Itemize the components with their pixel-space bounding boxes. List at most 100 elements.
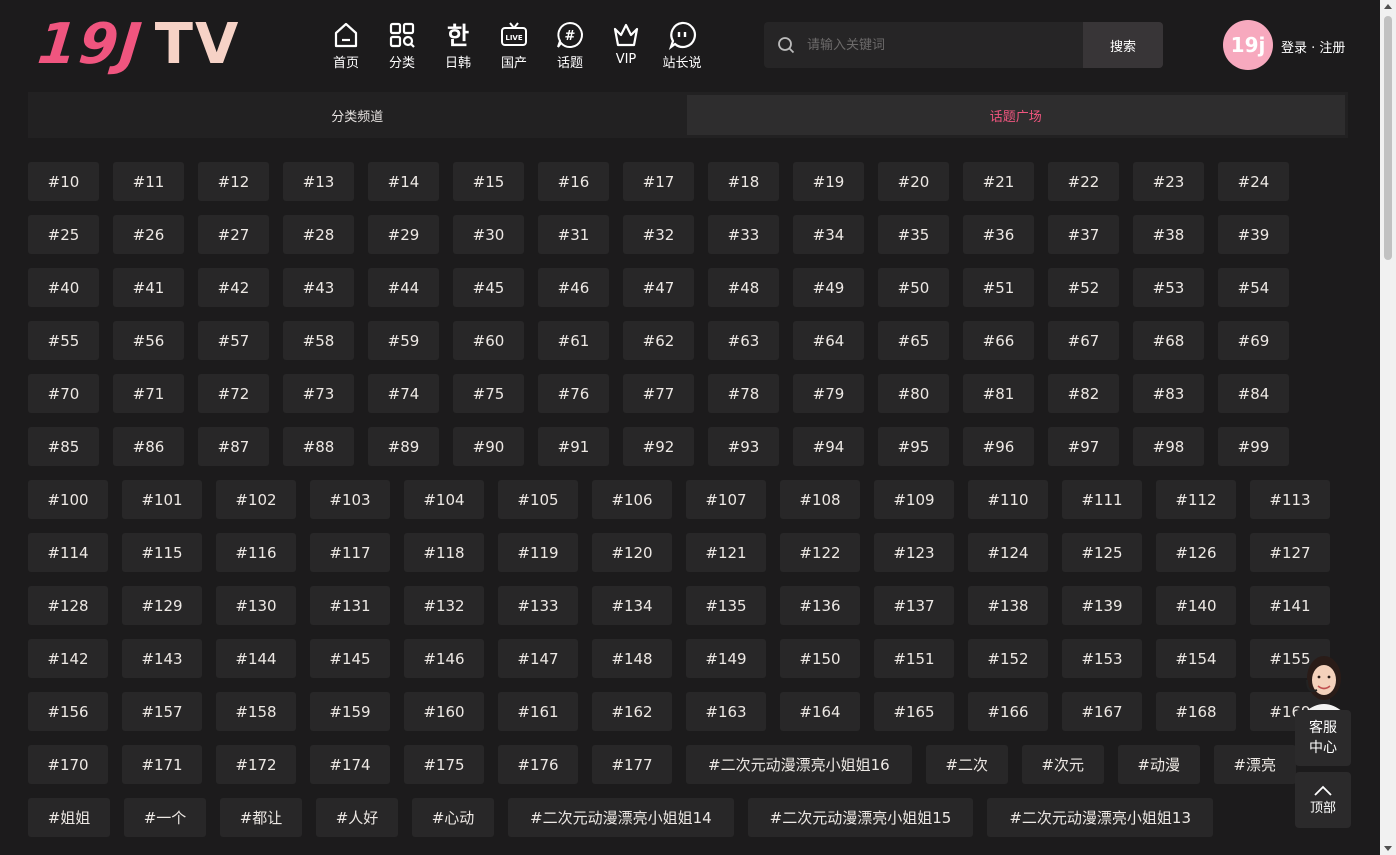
- topic-tag[interactable]: #125: [1062, 533, 1142, 572]
- search-input[interactable]: [805, 36, 1069, 54]
- topic-tag[interactable]: #二次元动漫漂亮小姐姐16: [686, 745, 912, 784]
- topic-tag[interactable]: #156: [28, 692, 108, 731]
- topic-tag[interactable]: #24: [1218, 162, 1289, 201]
- topic-tag[interactable]: #162: [592, 692, 672, 731]
- topic-tag[interactable]: #57: [198, 321, 269, 360]
- topic-tag[interactable]: #163: [686, 692, 766, 731]
- topic-tag[interactable]: #39: [1218, 215, 1289, 254]
- topic-tag[interactable]: #128: [28, 586, 108, 625]
- topic-tag[interactable]: #40: [28, 268, 99, 307]
- topic-tag[interactable]: #19: [793, 162, 864, 201]
- topic-tag[interactable]: #124: [968, 533, 1048, 572]
- topic-tag[interactable]: #145: [310, 639, 390, 678]
- topic-tag[interactable]: #55: [28, 321, 99, 360]
- topic-tag[interactable]: #139: [1062, 586, 1142, 625]
- scroll-up-arrow-icon[interactable]: [1384, 4, 1392, 9]
- topic-tag[interactable]: #91: [538, 427, 609, 466]
- topic-tag[interactable]: #170: [28, 745, 108, 784]
- nav-item-domestic[interactable]: LIVE 国产: [486, 20, 542, 71]
- scrollbar-thumb[interactable]: [1384, 16, 1392, 260]
- topic-tag[interactable]: #136: [780, 586, 860, 625]
- topic-tag[interactable]: #37: [1048, 215, 1119, 254]
- topic-tag[interactable]: #123: [874, 533, 954, 572]
- topic-tag[interactable]: #16: [538, 162, 609, 201]
- topic-tag[interactable]: #140: [1156, 586, 1236, 625]
- topic-tag[interactable]: #160: [404, 692, 484, 731]
- topic-tag[interactable]: #115: [122, 533, 202, 572]
- topic-tag[interactable]: #31: [538, 215, 609, 254]
- topic-tag[interactable]: #116: [216, 533, 296, 572]
- topic-tag[interactable]: #17: [623, 162, 694, 201]
- topic-tag[interactable]: #69: [1218, 321, 1289, 360]
- topic-tag[interactable]: #105: [498, 480, 578, 519]
- topic-tag[interactable]: #63: [708, 321, 779, 360]
- topic-tag[interactable]: #79: [793, 374, 864, 413]
- topic-tag[interactable]: #96: [963, 427, 1034, 466]
- topic-tag[interactable]: #142: [28, 639, 108, 678]
- topic-tag[interactable]: #101: [122, 480, 202, 519]
- topic-tag[interactable]: #104: [404, 480, 484, 519]
- tab-topic-square[interactable]: 话题广场: [686, 95, 1345, 135]
- topic-tag[interactable]: #20: [878, 162, 949, 201]
- topic-tag[interactable]: #112: [1156, 480, 1236, 519]
- topic-tag[interactable]: #76: [538, 374, 609, 413]
- avatar[interactable]: 19j: [1223, 20, 1273, 70]
- topic-tag[interactable]: #心动: [412, 798, 494, 837]
- topic-tag[interactable]: #148: [592, 639, 672, 678]
- topic-tag[interactable]: #93: [708, 427, 779, 466]
- topic-tag[interactable]: #11: [113, 162, 184, 201]
- topic-tag[interactable]: #14: [368, 162, 439, 201]
- topic-tag[interactable]: #80: [878, 374, 949, 413]
- topic-tag[interactable]: #二次元动漫漂亮小姐姐14: [508, 798, 734, 837]
- topic-tag[interactable]: #132: [404, 586, 484, 625]
- topic-tag[interactable]: #88: [283, 427, 354, 466]
- topic-tag[interactable]: #61: [538, 321, 609, 360]
- topic-tag[interactable]: #149: [686, 639, 766, 678]
- topic-tag[interactable]: #98: [1133, 427, 1204, 466]
- nav-item-category[interactable]: 分类: [374, 20, 430, 71]
- topic-tag[interactable]: #159: [310, 692, 390, 731]
- topic-tag[interactable]: #113: [1250, 480, 1330, 519]
- topic-tag[interactable]: #12: [198, 162, 269, 201]
- topic-tag[interactable]: #83: [1133, 374, 1204, 413]
- topic-tag[interactable]: #一个: [124, 798, 206, 837]
- topic-tag[interactable]: #52: [1048, 268, 1119, 307]
- topic-tag[interactable]: #49: [793, 268, 864, 307]
- topic-tag[interactable]: #51: [963, 268, 1034, 307]
- topic-tag[interactable]: #29: [368, 215, 439, 254]
- topic-tag[interactable]: #141: [1250, 586, 1330, 625]
- topic-tag[interactable]: #152: [968, 639, 1048, 678]
- topic-tag[interactable]: #108: [780, 480, 860, 519]
- topic-tag[interactable]: #95: [878, 427, 949, 466]
- topic-tag[interactable]: #166: [968, 692, 1048, 731]
- topic-tag[interactable]: #118: [404, 533, 484, 572]
- topic-tag[interactable]: #97: [1048, 427, 1119, 466]
- topic-tag[interactable]: #106: [592, 480, 672, 519]
- topic-tag[interactable]: #130: [216, 586, 296, 625]
- site-logo[interactable]: 19J TV: [35, 12, 240, 77]
- topic-tag[interactable]: #120: [592, 533, 672, 572]
- topic-tag[interactable]: #66: [963, 321, 1034, 360]
- topic-tag[interactable]: #23: [1133, 162, 1204, 201]
- topic-tag[interactable]: #114: [28, 533, 108, 572]
- login-register-link[interactable]: 登录 · 注册: [1281, 37, 1345, 56]
- topic-tag[interactable]: #30: [453, 215, 524, 254]
- topic-tag[interactable]: #87: [198, 427, 269, 466]
- topic-tag[interactable]: #59: [368, 321, 439, 360]
- topic-tag[interactable]: #60: [453, 321, 524, 360]
- topic-tag[interactable]: #99: [1218, 427, 1289, 466]
- topic-tag[interactable]: #143: [122, 639, 202, 678]
- topic-tag[interactable]: #46: [538, 268, 609, 307]
- topic-tag[interactable]: #161: [498, 692, 578, 731]
- scroll-down-arrow-icon[interactable]: [1384, 846, 1392, 851]
- topic-tag[interactable]: #72: [198, 374, 269, 413]
- topic-tag[interactable]: #154: [1156, 639, 1236, 678]
- topic-tag[interactable]: #89: [368, 427, 439, 466]
- topic-tag[interactable]: #10: [28, 162, 99, 201]
- topic-tag[interactable]: #26: [113, 215, 184, 254]
- topic-tag[interactable]: #110: [968, 480, 1048, 519]
- topic-tag[interactable]: #127: [1250, 533, 1330, 572]
- topic-tag[interactable]: #90: [453, 427, 524, 466]
- customer-service-widget[interactable]: 客服中心: [1295, 650, 1351, 766]
- topic-tag[interactable]: #82: [1048, 374, 1119, 413]
